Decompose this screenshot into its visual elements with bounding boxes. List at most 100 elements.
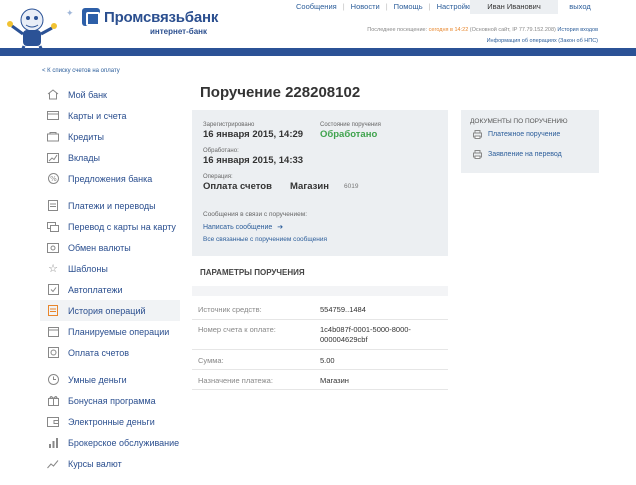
param-divider [192, 349, 448, 350]
messages-label: Сообщения в связи с поручением: [203, 211, 308, 218]
printer-icon [473, 150, 482, 159]
doc-icon [46, 200, 60, 212]
sidebar-item-label: Брокерское обслуживание [68, 437, 180, 448]
param-divider [192, 389, 448, 390]
sidebar-item-label: Перевод с карты на карту [68, 221, 176, 232]
clock-icon [46, 374, 60, 386]
operation-merchant: Магазин [290, 181, 329, 192]
status-label: Состояние поручения [320, 122, 381, 128]
logout-link[interactable]: выход [562, 0, 598, 14]
header-bar [0, 48, 636, 56]
sidebar: Мой банк Карты и счета Кредиты Вклады % … [40, 84, 180, 474]
sidebar-item-smart-money[interactable]: Умные деньги [40, 369, 180, 390]
bank-logo[interactable]: Промсвязьбанк [82, 8, 218, 26]
last-visit-detail: (Основной сайт, IP 77.79.152.208) [469, 27, 556, 33]
param-key: Назначение платежа: [198, 376, 273, 385]
sidebar-item-label: История операций [68, 305, 146, 316]
sidebar-item-label: Шаблоны [68, 263, 108, 274]
sidebar-item-cards[interactable]: Карты и счета [40, 105, 180, 126]
last-visit-label: Последнее посещение: [367, 27, 428, 33]
order-info-box: Зарегистрировано 16 января 2015, 14:29 С… [192, 110, 448, 256]
param-key: Источник средств: [198, 305, 262, 314]
sidebar-item-label: Обмен валюты [68, 242, 131, 253]
documents-box: ДОКУМЕНТЫ ПО ПОРУЧЕНИЮ Платежное поручен… [461, 110, 599, 173]
operation-value: Оплата счетов [203, 181, 272, 192]
sidebar-item-bonus[interactable]: Бонусная программа [40, 390, 180, 411]
param-key: Сумма: [198, 356, 224, 365]
param-divider [192, 369, 448, 370]
processed-value: 16 января 2015, 14:33 [203, 155, 304, 166]
write-message-link[interactable]: Написать сообщение ➔ [203, 223, 283, 231]
sidebar-item-planned[interactable]: Планируемые операции [40, 321, 180, 342]
top-nav: Сообщения | Новости | Помощь | Настройки [290, 0, 479, 13]
star-icon: ☆ [48, 263, 58, 275]
registered-value: 16 января 2015, 14:29 [203, 129, 304, 140]
nav-help[interactable]: Помощь [388, 2, 429, 11]
param-value: Магазин [320, 376, 349, 385]
sidebar-item-emoney[interactable]: Электронные деньги [40, 411, 180, 432]
sidebar-item-brokerage[interactable]: Брокерское обслуживание [40, 432, 180, 453]
operations-info-link[interactable]: Информация об операциях (Закон об НПС) [487, 38, 598, 44]
doc-label: Платежное поручение [488, 131, 561, 138]
sidebar-item-label: Оплата счетов [68, 347, 130, 358]
arrow-right-icon: ➔ [277, 224, 284, 231]
bill-icon [46, 347, 60, 359]
sidebar-item-payments[interactable]: Платежи и переводы [40, 195, 180, 216]
auto-icon [46, 284, 60, 296]
sidebar-item-rates[interactable]: Курсы валют [40, 453, 180, 474]
user-name[interactable]: Иван Иванович [470, 0, 558, 14]
sidebar-item-card-transfer[interactable]: Перевод с карты на карту [40, 216, 180, 237]
sidebar-item-offers[interactable]: % Предложения банка [40, 168, 180, 189]
sidebar-item-autopayments[interactable]: Автоплатежи [40, 279, 180, 300]
doc-label: Заявление на перевод [488, 151, 562, 158]
sidebar-item-deposits[interactable]: Вклады [40, 147, 180, 168]
sidebar-item-bills[interactable]: Оплата счетов [40, 342, 180, 363]
sidebar-item-history[interactable]: История операций [40, 300, 180, 321]
printer-icon [473, 130, 482, 139]
sidebar-item-label: Умные деньги [68, 374, 127, 385]
page-title: Поручение 228208102 [200, 84, 361, 101]
sidebar-item-label: Автоплатежи [68, 284, 123, 295]
logo-icon [82, 8, 100, 26]
write-message-label: Написать сообщение [203, 224, 273, 231]
params-band [192, 286, 448, 296]
param-value: 1c4b087f-0001-5000-8000-000004629cbf [320, 325, 411, 344]
bars-icon [46, 437, 60, 449]
sidebar-item-templates[interactable]: ☆ Шаблоны [40, 258, 180, 279]
card-icon [46, 110, 60, 122]
operation-label: Операция: [203, 174, 233, 180]
sidebar-item-label: Планируемые операции [68, 326, 170, 337]
param-divider [192, 319, 448, 320]
operation-code: 6019 [344, 183, 359, 190]
sidebar-item-my-bank[interactable]: Мой банк [40, 84, 180, 105]
logo-text: Промсвязьбанк [104, 8, 219, 26]
documents-title: ДОКУМЕНТЫ ПО ПОРУЧЕНИЮ [470, 118, 568, 125]
nav-news[interactable]: Новости [345, 2, 386, 11]
svg-text:%: % [50, 175, 57, 183]
sidebar-item-label: Курсы валют [68, 458, 122, 469]
nav-messages[interactable]: Сообщения [290, 2, 343, 11]
param-value: 554759..1484 [320, 305, 366, 314]
doc-transfer-application[interactable]: Заявление на перевод [473, 150, 562, 159]
calendar-icon [46, 326, 60, 338]
sidebar-item-label: Электронные деньги [68, 416, 155, 427]
params-title: ПАРАМЕТРЫ ПОРУЧЕНИЯ [192, 262, 448, 284]
back-link[interactable]: < К списку счетов на оплату [42, 68, 120, 74]
last-visit-time: сегодня в 14:22 [428, 27, 469, 33]
sparkle-icon: ✦ [66, 8, 74, 18]
sidebar-item-label: Предложения банка [68, 173, 153, 184]
status-value: Обработано [320, 129, 378, 140]
percent-icon: % [46, 173, 60, 185]
last-visit: Последнее посещение: сегодня в 14:22 (Ос… [367, 27, 598, 33]
trend-icon [46, 458, 60, 470]
card-transfer-icon [46, 221, 60, 233]
doc-payment-order[interactable]: Платежное поручение [473, 130, 560, 139]
page: ✦ Промсвязьбанк интернет-банк Сообщения |… [0, 0, 636, 485]
all-messages-link[interactable]: Все связанные с поручением сообщения [203, 236, 327, 243]
param-key: Номер счета к оплате: [198, 325, 276, 334]
sidebar-item-credits[interactable]: Кредиты [40, 126, 180, 147]
login-history-link[interactable]: История входов [557, 27, 598, 33]
chart-icon [46, 152, 60, 164]
sidebar-item-exchange[interactable]: Обмен валюты [40, 237, 180, 258]
gift-icon [46, 395, 60, 407]
